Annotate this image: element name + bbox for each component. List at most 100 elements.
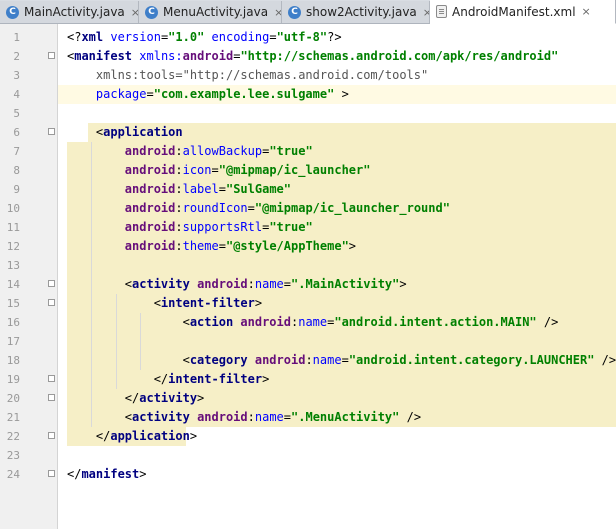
java-class-icon: C [288,5,301,19]
tab-label: MainActivity.java [24,5,125,19]
code-token: activity [132,410,198,424]
line-number: 6 [13,126,20,139]
line-number: 1 [13,31,20,44]
editor-tab-bar: CMainActivity.java×CMenuActivity.java×Cs… [0,0,616,24]
line-number: 18 [6,354,20,367]
code-token: : [175,220,183,234]
code-token: : [247,277,255,291]
code-token: "@mipmap/ic_launcher" [218,163,371,177]
code-token: </ [67,429,111,443]
code-token: android [67,163,176,177]
xml-file-icon [436,5,447,18]
code-token: : [175,144,183,158]
fold-toggle-icon[interactable] [48,432,55,439]
code-line[interactable]: 20 </activity> [0,389,616,408]
code-token: "@mipmap/ic_launcher_round" [254,201,450,215]
code-token: xmlns: [139,49,183,63]
code-line[interactable]: 23 [0,446,616,465]
code-token: : [305,353,313,367]
code-line[interactable]: 22 </application> [0,427,616,446]
code-token: "true" [269,220,313,234]
code-line[interactable]: 1 <?xml version="1.0" encoding="utf-8"?> [0,28,616,47]
code-token: > [334,87,349,101]
code-token: activity [132,277,198,291]
code-token: ".MenuActivity" [291,410,400,424]
code-line[interactable]: 19 </intent-filter> [0,370,616,389]
code-line[interactable]: 2 <manifest xmlns:android="http://schemas… [0,47,616,66]
tab-label: AndroidManifest.xml [452,4,576,19]
code-line[interactable]: 6 <application [0,123,616,142]
code-text: </application> [67,427,197,446]
fold-toggle-icon[interactable] [48,299,55,306]
tab-show2activity-java[interactable]: Cshow2Activity.java × [282,1,430,23]
fold-toggle-icon[interactable] [48,394,55,401]
code-line[interactable]: 13 [0,256,616,275]
code-line[interactable]: 15 <intent-filter> [0,294,616,313]
code-text: <category android:name="android.intent.c… [67,351,616,370]
line-number: 2 [13,50,20,63]
close-icon[interactable]: × [582,5,591,18]
code-token: "android.intent.action.MAIN" [334,315,537,329]
code-token: android [197,410,248,424]
fold-toggle-icon[interactable] [48,52,55,59]
close-icon[interactable]: × [131,6,138,19]
code-line[interactable]: 21 <activity android:name=".MenuActivity… [0,408,616,427]
fold-toggle-icon[interactable] [48,470,55,477]
code-token: application [103,125,183,139]
code-token: android [67,220,176,234]
line-number: 16 [6,316,20,329]
fold-toggle-icon[interactable] [48,375,55,382]
line-number: 24 [6,468,20,481]
tab-mainactivity-java[interactable]: C MainActivity.java × [0,1,139,23]
code-token: manifest [81,467,140,481]
fold-toggle-icon[interactable] [48,128,55,135]
tab-androidmanifest-xml[interactable]: AndroidManifest.xml × [430,0,616,24]
code-line[interactable]: 4 package="com.example.lee.sulgame" > [0,85,616,104]
close-icon[interactable]: × [274,6,281,19]
code-token: manifest [74,49,140,63]
code-token: = [211,163,219,177]
code-token: < [67,296,161,310]
code-token: name [254,410,284,424]
code-token: name [298,315,328,329]
code-token: android [67,239,176,253]
code-token: > [139,467,147,481]
code-line[interactable]: 14 <activity android:name=".MainActivity… [0,275,616,294]
code-line[interactable]: 11 android:supportsRtl="true" [0,218,616,237]
code-line[interactable]: 18 <category android:name="android.inten… [0,351,616,370]
code-text: <activity android:name=".MenuActivity" /… [67,408,421,427]
code-line[interactable]: 17 [0,332,616,351]
code-line[interactable]: 16 <action android:name="android.intent.… [0,313,616,332]
code-line[interactable]: 8 android:icon="@mipmap/ic_launcher" [0,161,616,180]
code-token: > [348,239,357,253]
code-line[interactable]: 5 [0,104,616,123]
code-line[interactable]: 10 android:roundIcon="@mipmap/ic_launche… [0,199,616,218]
line-number: 12 [6,240,20,253]
line-number: 7 [13,145,20,158]
code-text: android:label="SulGame" [67,180,291,199]
code-line[interactable]: 12 android:theme="@style/AppTheme"> [0,237,616,256]
line-number: 14 [6,278,20,291]
code-token: /> [594,353,616,367]
code-text: <manifest xmlns:android="http://schemas.… [67,47,558,66]
code-token: < [67,410,133,424]
code-token: > [254,296,263,310]
code-token: < [67,277,133,291]
code-token: : [175,182,183,196]
tab-menuactivity-java[interactable]: C MenuActivity.java × [139,1,282,23]
close-icon[interactable]: × [423,6,429,19]
code-token: icon [182,163,212,177]
code-token: = [341,353,349,367]
code-token: supportsRtl [182,220,263,234]
code-line[interactable]: 9 android:label="SulGame" [0,180,616,199]
java-class-icon: C [145,5,158,19]
code-token: "1.0" [168,30,212,44]
code-line[interactable]: 3 xmlns:tools="http://schemas.android.co… [0,66,616,85]
code-line[interactable]: 24 </manifest> [0,465,616,484]
code-token: = [283,277,292,291]
code-line[interactable]: 7 android:allowBackup="true" [0,142,616,161]
code-text: xmlns:tools="http://schemas.android.com/… [67,66,428,85]
code-token: </ [67,391,140,405]
code-token: : [175,201,183,215]
fold-toggle-icon[interactable] [48,280,55,287]
